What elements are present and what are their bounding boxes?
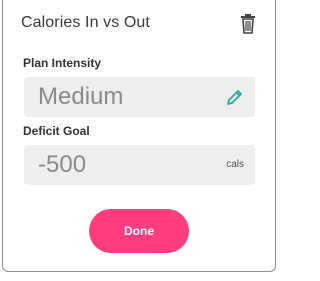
- pencil-icon[interactable]: [225, 87, 245, 107]
- plan-intensity-label: Plan Intensity: [23, 56, 102, 70]
- calories-card: Calories In vs Out Plan Intensity Medium…: [2, 0, 276, 272]
- card-title: Calories In vs Out: [21, 14, 150, 31]
- trash-icon[interactable]: [239, 13, 257, 35]
- deficit-goal-label: Deficit Goal: [23, 124, 90, 138]
- card-header: Calories In vs Out: [21, 14, 265, 36]
- plan-intensity-value: Medium: [38, 83, 124, 110]
- done-button[interactable]: Done: [89, 209, 189, 253]
- plan-intensity-field[interactable]: Medium: [24, 77, 255, 117]
- deficit-goal-field[interactable]: -500 cals: [24, 145, 255, 185]
- deficit-goal-value: -500: [38, 151, 87, 178]
- deficit-goal-unit: cals: [226, 159, 244, 170]
